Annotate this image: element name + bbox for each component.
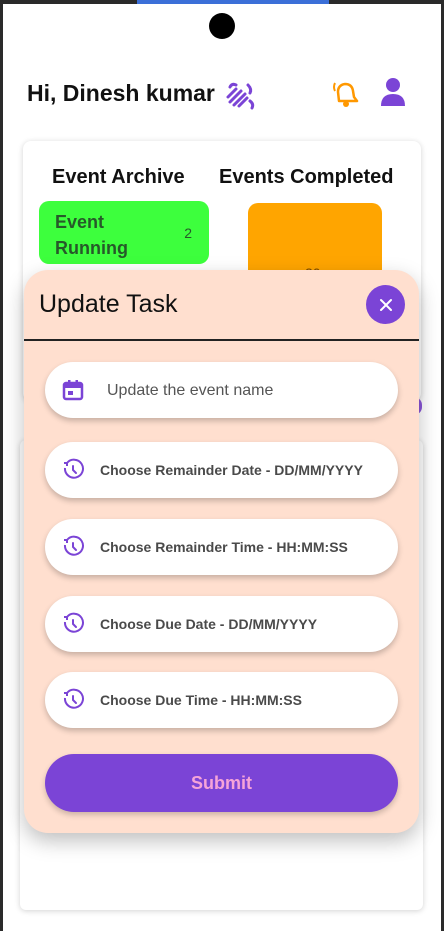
close-button[interactable]	[366, 285, 405, 324]
clock-icon	[63, 458, 84, 479]
greeting-text: Hi, Dinesh kumar	[27, 80, 215, 106]
top-indicator-bar	[137, 0, 329, 4]
event-running-tile[interactable]: Event Running 2	[39, 201, 209, 264]
events-completed-title: Events Completed	[219, 166, 394, 188]
update-task-dialog: Update Task Choose Remainder Date - DD/M…	[24, 270, 419, 833]
remainder-time-label: Choose Remainder Time - HH:MM:SS	[100, 539, 348, 555]
remainder-date-field[interactable]: Choose Remainder Date - DD/MM/YYYY	[45, 442, 398, 498]
close-icon	[379, 298, 392, 311]
remainder-time-field[interactable]: Choose Remainder Time - HH:MM:SS	[45, 519, 398, 575]
clock-icon	[63, 535, 84, 556]
clock-icon	[63, 612, 84, 633]
bell-icon[interactable]	[330, 77, 362, 109]
event-name-input[interactable]	[105, 362, 389, 420]
due-date-label: Choose Due Date - DD/MM/YYYY	[100, 616, 318, 632]
due-time-field[interactable]: Choose Due Time - HH:MM:SS	[45, 672, 398, 728]
event-archive-title: Event Archive	[52, 166, 185, 188]
event-name-field[interactable]	[45, 362, 398, 420]
device-left-bezel	[0, 0, 3, 931]
dialog-title: Update Task	[39, 290, 178, 318]
clock-icon	[63, 688, 84, 709]
waving-hand-icon	[226, 82, 255, 110]
user-icon[interactable]	[380, 77, 406, 107]
remainder-date-label: Choose Remainder Date - DD/MM/YYYY	[100, 462, 363, 478]
due-time-label: Choose Due Time - HH:MM:SS	[100, 692, 302, 708]
event-running-count: 2	[184, 225, 192, 241]
calendar-icon	[62, 380, 84, 401]
submit-button[interactable]: Submit	[45, 754, 398, 812]
due-date-field[interactable]: Choose Due Date - DD/MM/YYYY	[45, 596, 398, 652]
dialog-divider	[24, 339, 419, 341]
event-running-label: Event Running	[55, 212, 128, 258]
front-camera	[209, 13, 235, 39]
